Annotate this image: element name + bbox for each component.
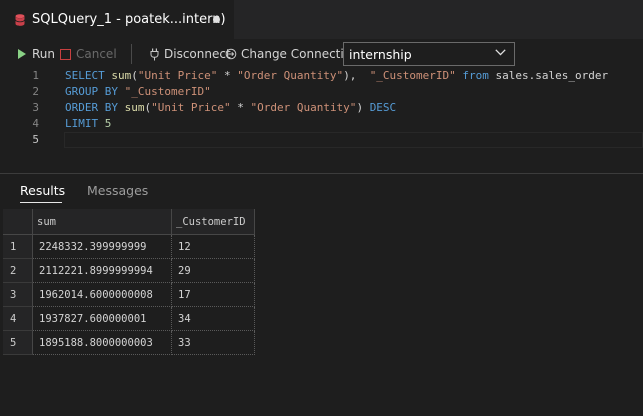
row-number[interactable]: 4 xyxy=(3,307,33,331)
tab-results[interactable]: Results xyxy=(20,183,65,198)
database-select-value: internship xyxy=(349,46,412,62)
line-number: 1 xyxy=(32,69,39,82)
editor-line[interactable]: 1 SELECT sum("Unit Price" * "Order Quanti… xyxy=(0,69,643,85)
code-token: "Order Quantity" xyxy=(237,69,344,82)
database-icon xyxy=(15,13,25,26)
code-token: sum xyxy=(111,69,132,82)
cancel-button[interactable]: Cancel xyxy=(60,39,117,69)
code-token: sales.sales_order xyxy=(495,69,609,82)
row-number[interactable]: 5 xyxy=(3,331,33,355)
active-tab-indicator xyxy=(20,202,62,203)
code-token: * xyxy=(230,101,251,114)
query-toolbar: Run Cancel Disconnect Change Connection xyxy=(0,39,643,69)
editor-tab-strip: SQLQuery_1 - poatek...intern) xyxy=(0,0,643,39)
toolbar-separator xyxy=(131,44,132,64)
column-header-customerid[interactable]: _CustomerID xyxy=(172,209,255,235)
row-number[interactable]: 1 xyxy=(3,235,33,259)
table-cell-customerid[interactable]: 29 xyxy=(172,259,255,283)
code-token: "Unit Price" xyxy=(151,101,231,114)
code-token: ), xyxy=(343,69,370,82)
code-token: "_CustomerID" xyxy=(124,85,211,98)
editor-line[interactable]: 2 GROUP BY "_CustomerID" xyxy=(0,85,643,101)
code-token: DESC xyxy=(369,101,397,114)
code-token: * xyxy=(217,69,238,82)
plug-icon xyxy=(150,48,159,60)
editor-line[interactable]: 4 LIMIT 5 xyxy=(0,117,643,133)
change-connection-icon xyxy=(225,48,237,60)
stop-icon xyxy=(60,48,71,60)
code-token: "Order Quantity" xyxy=(250,101,357,114)
line-number: 5 xyxy=(32,133,39,146)
table-cell-customerid[interactable]: 34 xyxy=(172,307,255,331)
editor-line[interactable]: 3 ORDER BY sum("Unit Price" * "Order Quan… xyxy=(0,101,643,117)
code-token: "_CustomerID" xyxy=(369,69,456,82)
panel-divider[interactable] xyxy=(0,173,643,174)
run-button[interactable]: Run xyxy=(18,39,55,69)
table-cell-customerid[interactable]: 12 xyxy=(172,235,255,259)
chevron-down-icon xyxy=(495,49,506,56)
row-number-header xyxy=(3,209,33,235)
run-label: Run xyxy=(32,47,56,61)
column-header-sum[interactable]: sum xyxy=(33,209,172,235)
code-token: GROUP BY xyxy=(65,85,125,98)
unsaved-dot-icon[interactable] xyxy=(213,16,220,23)
line-number: 3 xyxy=(32,101,39,114)
table-cell-sum[interactable]: 1937827.600000001 xyxy=(33,307,172,331)
query-tab[interactable]: SQLQuery_1 - poatek...intern) xyxy=(0,0,234,39)
change-connection-button[interactable]: Change Connection xyxy=(225,39,359,69)
editor-line[interactable]: 5 xyxy=(0,133,643,149)
table-cell-sum[interactable]: 2112221.8999999994 xyxy=(33,259,172,283)
line-number: 2 xyxy=(32,85,39,98)
code-text: ORDER BY sum("Unit Price" * "Order Quant… xyxy=(65,101,396,114)
table-cell-sum[interactable]: 1962014.6000000008 xyxy=(33,283,172,307)
tab-title: SQLQuery_1 - poatek...intern) xyxy=(32,12,226,27)
code-token: ) xyxy=(356,101,370,114)
line-number: 4 xyxy=(32,117,39,130)
cancel-label: Cancel xyxy=(76,47,117,61)
disconnect-label: Disconnect xyxy=(164,47,231,61)
sql-editor[interactable]: 1 SELECT sum("Unit Price" * "Order Quanti… xyxy=(0,69,643,169)
code-token: LIMIT xyxy=(65,117,105,130)
play-icon xyxy=(18,49,26,59)
code-text: SELECT sum("Unit Price" * "Order Quantit… xyxy=(65,69,608,82)
code-token: SELECT xyxy=(65,69,112,82)
row-number[interactable]: 3 xyxy=(3,283,33,307)
table-cell-customerid[interactable]: 33 xyxy=(172,331,255,355)
table-cell-sum[interactable]: 2248332.399999999 xyxy=(33,235,172,259)
code-text: LIMIT 5 xyxy=(65,117,111,130)
code-token: sum xyxy=(124,101,145,114)
table-cell-customerid[interactable]: 17 xyxy=(172,283,255,307)
tab-messages[interactable]: Messages xyxy=(87,183,148,198)
code-token: from xyxy=(455,69,496,82)
table-cell-sum[interactable]: 1895188.8000000003 xyxy=(33,331,172,355)
change-connection-label: Change Connection xyxy=(241,47,359,61)
code-token: 5 xyxy=(104,117,112,130)
row-number[interactable]: 2 xyxy=(3,259,33,283)
database-select[interactable]: internship xyxy=(343,42,515,66)
disconnect-button[interactable]: Disconnect xyxy=(150,39,231,69)
code-token: "Unit Price" xyxy=(137,69,218,82)
code-token: ( xyxy=(131,69,138,82)
code-text: GROUP BY "_CustomerID" xyxy=(65,85,211,98)
code-token: ORDER BY xyxy=(65,101,125,114)
